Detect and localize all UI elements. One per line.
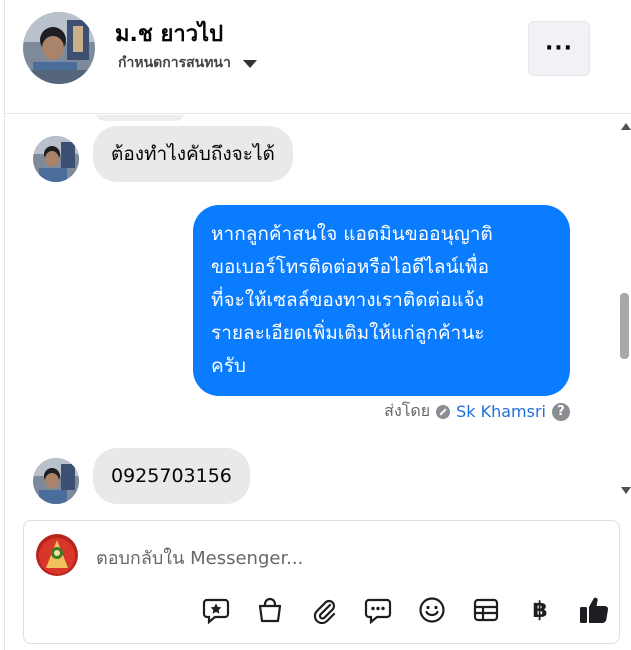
baht-glyph: ฿ [532,597,548,623]
contact-name[interactable]: ม.ช ยาวไป [115,16,223,51]
incoming-message[interactable]: ต้องทำไงคับถึงจะได้ [93,126,293,182]
chat-bubble-icon[interactable] [351,593,405,627]
composer-toolbar: ฿ [189,593,621,627]
caret-down-icon [242,60,257,68]
contact-avatar[interactable] [23,12,95,84]
help-icon[interactable]: ? [552,402,570,421]
sent-by-label: ส่งโดย [384,401,431,420]
thread-scrollbar[interactable] [617,115,631,510]
verified-icon [436,404,451,419]
shopping-bag-icon[interactable] [243,593,297,627]
message-line: รายละเอียดเพิ่มเติมให้แก่ลูกค้านะ [211,322,485,344]
scroll-up-arrow-icon[interactable] [621,123,631,130]
scroll-down-arrow-icon[interactable] [621,487,631,494]
baht-icon[interactable]: ฿ [513,593,567,627]
contact-message-avatar [33,458,79,504]
saved-reply-icon[interactable] [189,593,243,627]
message-line: ที่จะให้เซลล์ของทางเราติดต่อแจ้ง [211,289,484,311]
page-avatar [36,534,78,576]
reply-composer: ฿ [23,520,620,644]
scrollbar-thumb[interactable] [620,293,629,359]
message-line: หากลูกค้าสนใจ แอดมินขออนุญาติ [211,223,493,245]
conversation-header: ม.ช ยาวไป กำหนดการสนทนา ··· [5,0,631,114]
message-line: ครับ [211,355,246,377]
outgoing-message[interactable]: หากลูกค้าสนใจ แอดมินขออนุญาติ ขอเบอร์โทร… [193,205,570,396]
previous-message-fragment [95,115,185,121]
message-thread[interactable]: ต้องทำไงคับถึงจะได้ หากลูกค้าสนใจ แอดมิน… [5,115,615,510]
sent-by-info: ส่งโดย Sk Khamsri ? [384,399,570,424]
thumbs-up-icon[interactable] [567,593,621,627]
form-table-icon[interactable] [459,593,513,627]
emoji-icon[interactable] [405,593,459,627]
messenger-panel: ม.ช ยาวไป กำหนดการสนทนา ··· ต้องทำไงคับถ… [0,0,631,650]
conversation-schedule-label: กำหนดการสนทนา [118,55,231,71]
contact-message-avatar [33,136,79,182]
incoming-message[interactable]: 0925703156 [93,448,250,504]
message-line: ขอเบอร์โทรติดต่อหรือไอดีไลน์เพื่อ [211,256,489,278]
paperclip-icon[interactable] [297,593,351,627]
sender-name-link[interactable]: Sk Khamsri [456,402,546,421]
reply-input[interactable] [96,545,596,571]
conversation-schedule-dropdown[interactable]: กำหนดการสนทนา [118,52,257,74]
more-options-button[interactable]: ··· [528,21,590,76]
